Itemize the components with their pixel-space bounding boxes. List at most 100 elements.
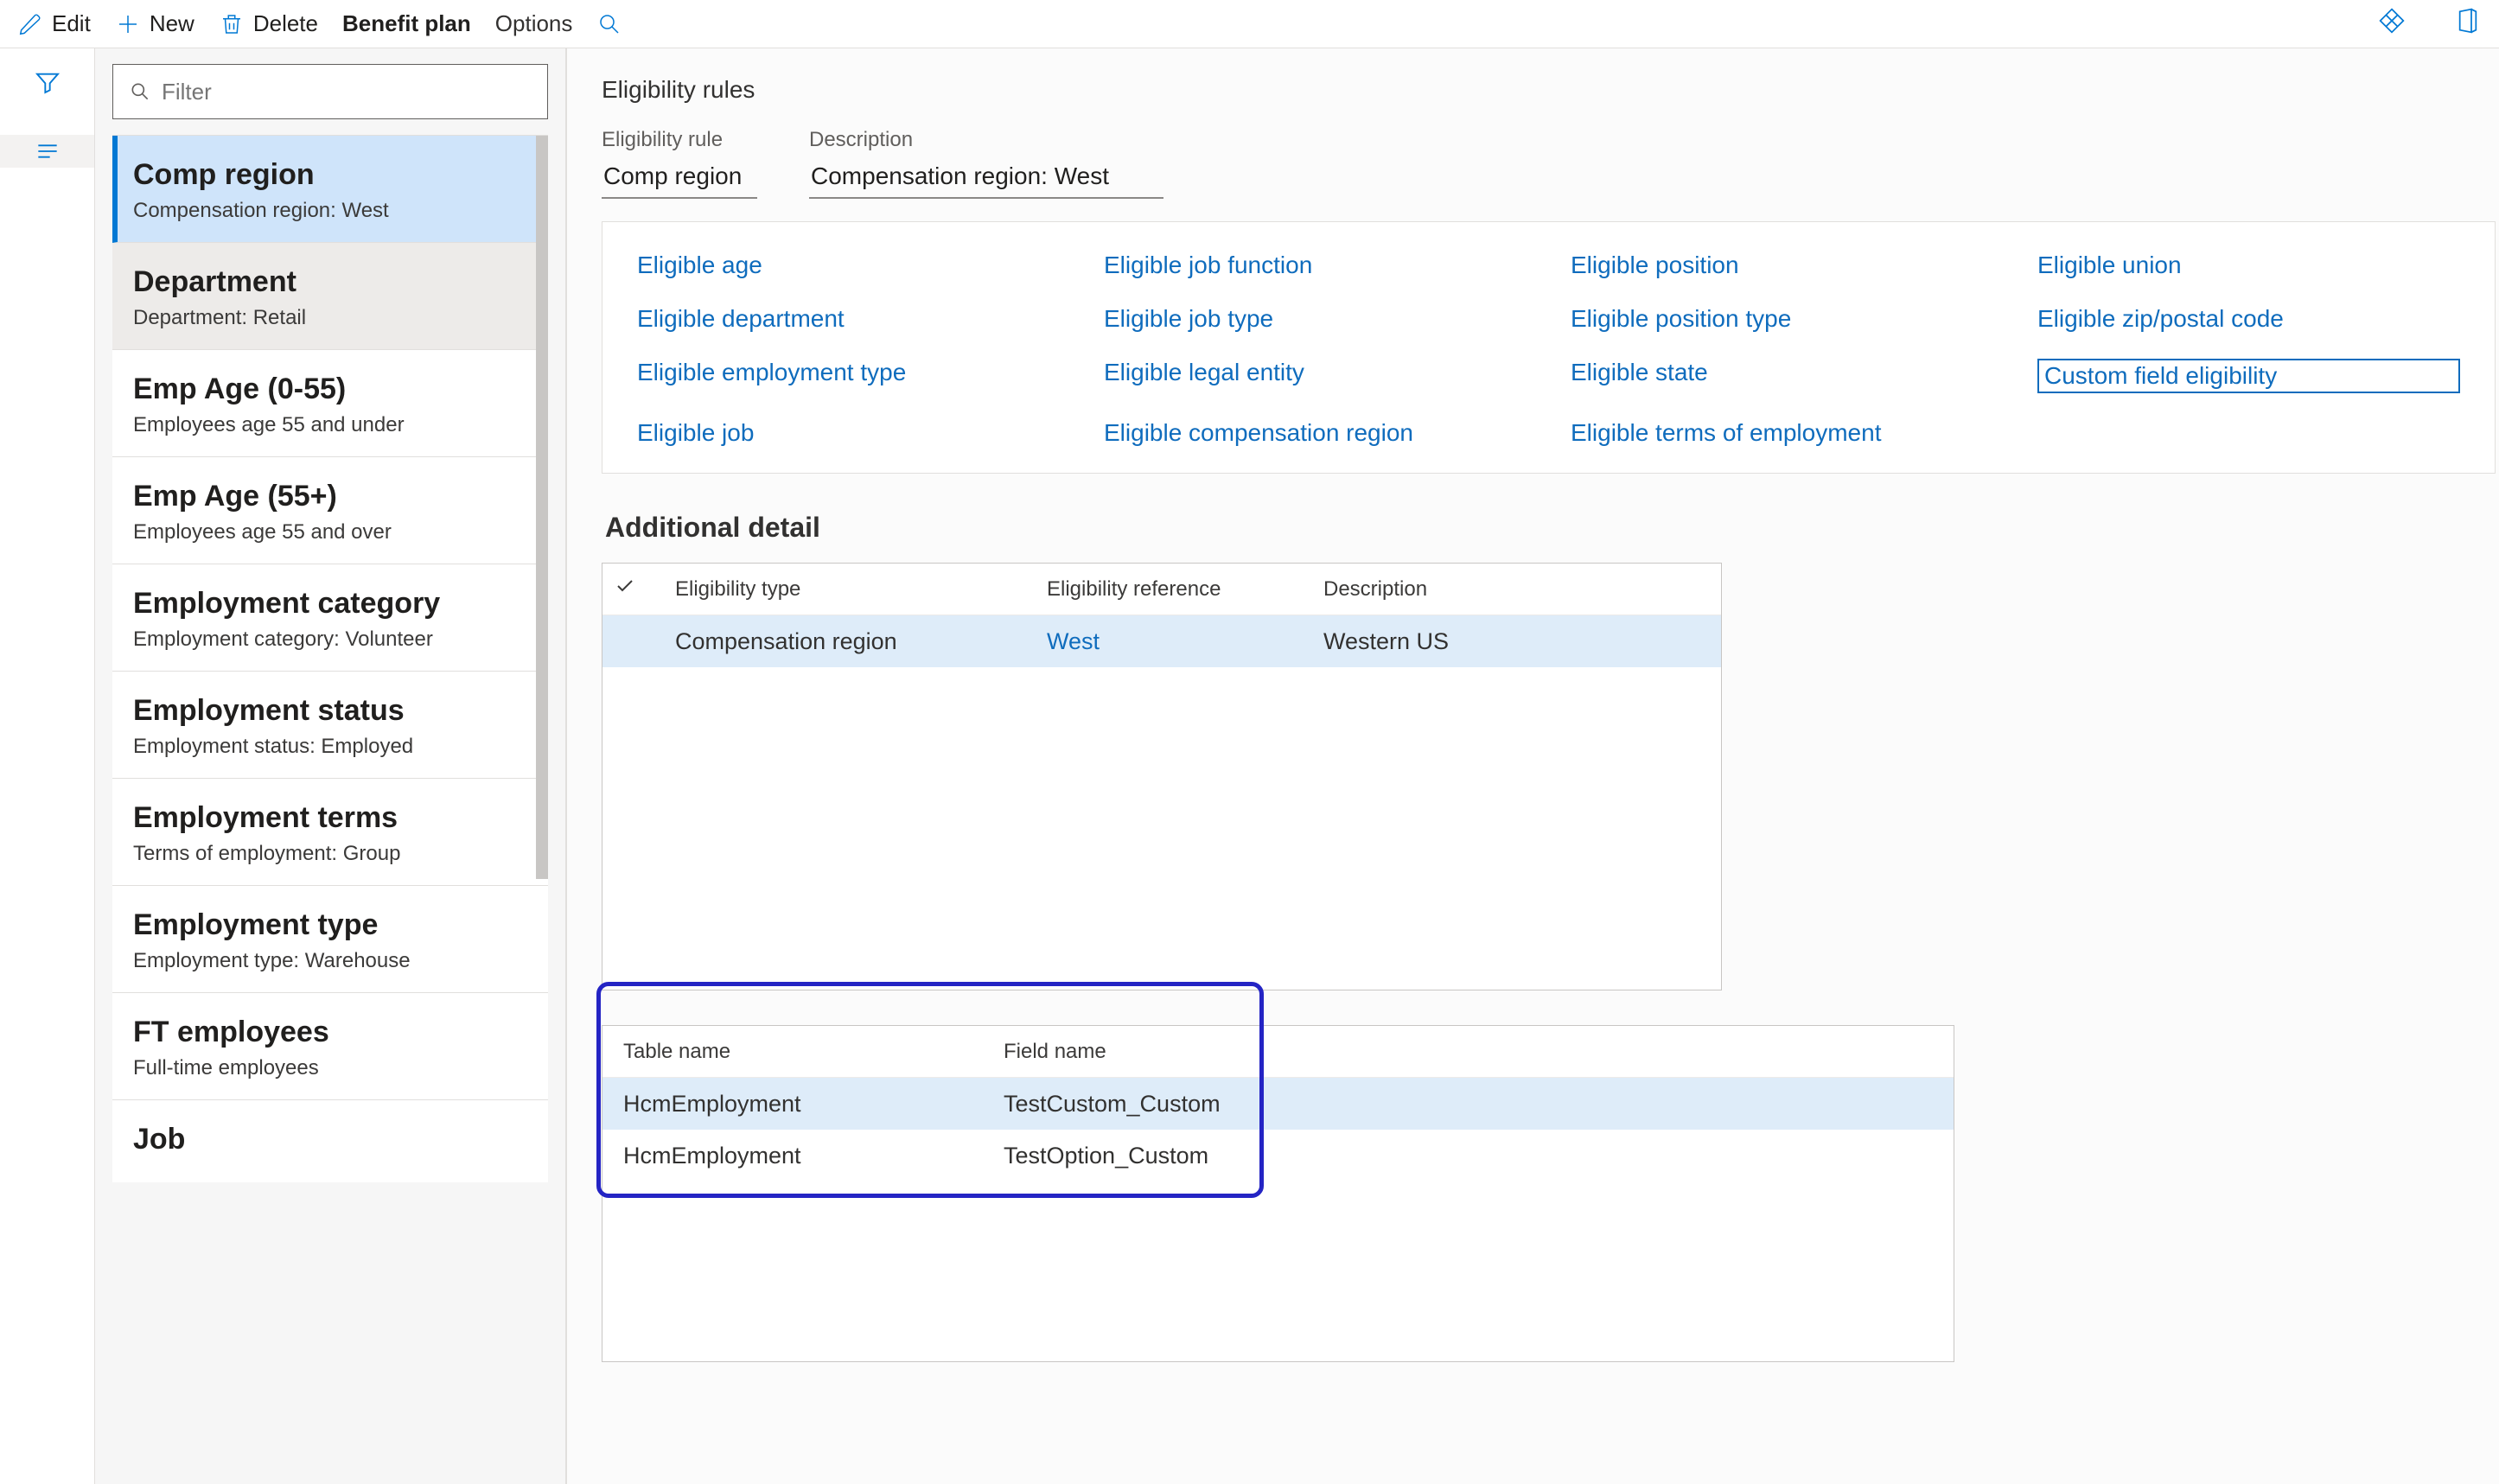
field-value[interactable]: Compensation region: West [809,157,1163,199]
rule-title: Job [133,1123,527,1156]
eligibility-detail-grid[interactable]: Eligibility type Eligibility reference D… [602,563,1722,990]
cell-table: HcmEmployment [623,1143,1004,1169]
rule-item-department[interactable]: Department Department: Retail [112,243,548,350]
delete-label: Delete [253,10,318,37]
delete-button[interactable]: Delete [219,10,318,37]
grid-row[interactable]: Compensation region West Western US [602,615,1721,667]
grid-header: Table name Field name [602,1026,1954,1078]
benefit-plan-button[interactable]: Benefit plan [342,10,471,37]
benefit-plan-label: Benefit plan [342,10,471,37]
cell-type: Compensation region [675,628,1047,655]
rail-list-button[interactable] [0,135,94,168]
action-bar: Edit New Delete Benefit plan Options [0,0,2499,48]
rule-title: Comp region [133,158,527,192]
edit-icon [17,11,43,37]
cell-field: TestCustom_Custom [1004,1091,1941,1118]
col-field-name[interactable]: Field name [1004,1040,1941,1064]
rule-item[interactable]: Emp Age (0-55) Employees age 55 and unde… [112,350,548,457]
link-eligible-job-function[interactable]: Eligible job function [1104,252,1571,279]
rule-title: Employment category [133,587,527,621]
search-icon [129,80,151,103]
link-grid: Eligible age Eligible job function Eligi… [637,252,2460,447]
check-icon [615,576,635,596]
office-icon [2454,7,2482,35]
office-button[interactable] [2454,7,2482,41]
edit-button[interactable]: Edit [17,10,91,37]
link-eligible-job-type[interactable]: Eligible job type [1104,305,1571,333]
rule-title: Emp Age (0-55) [133,373,527,406]
col-table-name[interactable]: Table name [623,1040,1004,1064]
link-eligible-union[interactable]: Eligible union [2037,252,2460,279]
link-eligible-job[interactable]: Eligible job [637,419,1104,447]
field-label: Eligibility rule [602,128,757,152]
check-column[interactable] [615,576,675,602]
attach-button[interactable] [2378,7,2406,41]
link-eligible-legal-entity[interactable]: Eligible legal entity [1104,359,1571,393]
link-custom-field-eligibility[interactable]: Custom field eligibility [2037,359,2460,393]
rule-item[interactable]: Emp Age (55+) Employees age 55 and over [112,457,548,564]
edit-label: Edit [52,10,91,37]
rule-list[interactable]: Comp region Compensation region: West De… [112,135,548,1182]
col-eligibility-ref[interactable]: Eligibility reference [1047,577,1323,602]
custom-field-grid[interactable]: Table name Field name HcmEmployment Test… [602,1025,1954,1362]
rule-title: FT employees [133,1016,527,1049]
main-content: Eligibility rules Eligibility rule Comp … [567,48,2499,1484]
grid-row[interactable]: HcmEmployment TestOption_Custom [602,1130,1954,1181]
rule-item[interactable]: Employment category Employment category:… [112,564,548,672]
list-icon [34,137,61,165]
rule-item[interactable]: Job [112,1100,548,1182]
grid-row[interactable]: HcmEmployment TestCustom_Custom [602,1078,1954,1130]
rule-sub: Compensation region: West [133,199,527,223]
rule-item[interactable]: Employment terms Terms of employment: Gr… [112,779,548,886]
rule-item-comp-region[interactable]: Comp region Compensation region: West [112,136,548,243]
link-eligible-terms[interactable]: Eligible terms of employment [1571,419,2037,447]
diamond-icon [2378,7,2406,35]
link-eligible-employment-type[interactable]: Eligible employment type [637,359,1104,393]
nav-rail [0,48,95,1484]
link-eligible-zip[interactable]: Eligible zip/postal code [2037,305,2460,333]
search-button[interactable] [596,11,622,37]
rail-filter-button[interactable] [31,66,64,99]
cell-desc: Western US [1323,628,1709,655]
rule-item[interactable]: FT employees Full-time employees [112,993,548,1100]
filter-input-wrap[interactable] [112,64,548,119]
rule-title: Department [133,265,527,299]
options-label: Options [495,10,573,37]
link-eligible-position-type[interactable]: Eligible position type [1571,305,2037,333]
section-additional-detail: Additional detail [605,512,2499,544]
cell-table: HcmEmployment [623,1091,1004,1118]
link-eligible-position[interactable]: Eligible position [1571,252,2037,279]
list-panel: Comp region Compensation region: West De… [95,48,567,1484]
cell-ref[interactable]: West [1047,628,1323,655]
new-label: New [150,10,194,37]
link-eligible-state[interactable]: Eligible state [1571,359,2037,393]
field-label: Description [809,128,1163,152]
link-eligible-department[interactable]: Eligible department [637,305,1104,333]
rule-title: Emp Age (55+) [133,480,527,513]
eligibility-links-card: Eligible age Eligible job function Eligi… [602,221,2496,474]
rule-sub: Employment status: Employed [133,735,527,759]
options-button[interactable]: Options [495,10,573,37]
link-eligible-comp-region[interactable]: Eligible compensation region [1104,419,1571,447]
new-button[interactable]: New [115,10,194,37]
cell-field: TestOption_Custom [1004,1143,1941,1169]
rule-sub: Employees age 55 and under [133,413,527,437]
rule-sub: Employment type: Warehouse [133,949,527,973]
search-icon [596,11,622,37]
rule-sub: Employees age 55 and over [133,520,527,545]
funnel-icon [34,68,61,96]
rule-sub: Full-time employees [133,1056,527,1080]
filter-input[interactable] [162,79,532,105]
trash-icon [219,11,245,37]
page-title: Eligibility rules [602,76,2499,104]
grid-header: Eligibility type Eligibility reference D… [602,564,1721,615]
col-eligibility-type[interactable]: Eligibility type [675,577,1047,602]
rule-item[interactable]: Employment type Employment type: Warehou… [112,886,548,993]
col-description[interactable]: Description [1323,577,1709,602]
rule-sub: Terms of employment: Group [133,842,527,866]
rule-sub: Department: Retail [133,306,527,330]
scrollbar[interactable] [536,136,548,879]
link-eligible-age[interactable]: Eligible age [637,252,1104,279]
field-value[interactable]: Comp region [602,157,757,199]
rule-item[interactable]: Employment status Employment status: Emp… [112,672,548,779]
